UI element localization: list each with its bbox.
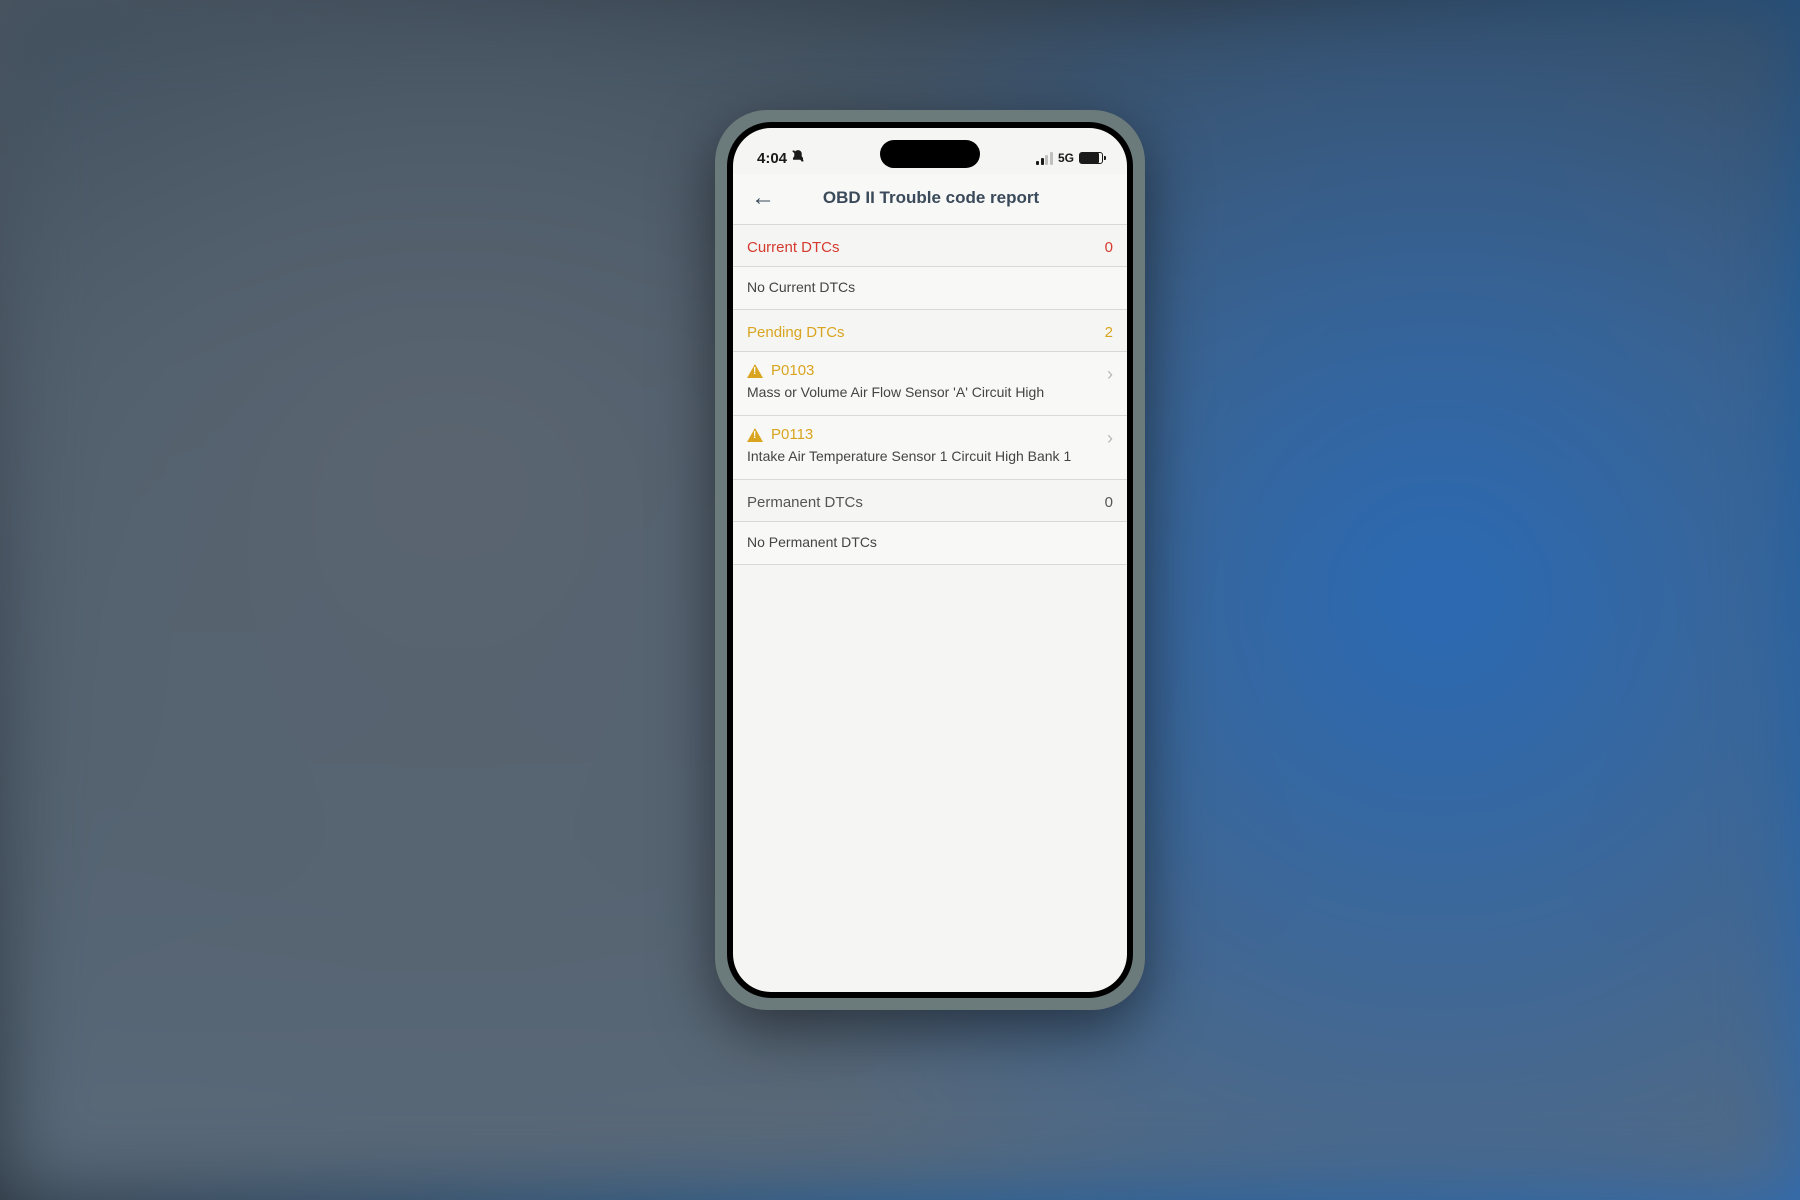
permanent-dtcs-count: 0 [1105,494,1113,511]
pending-dtcs-header: Pending DTCs 2 [733,310,1127,351]
battery-icon [1079,152,1103,164]
signal-icon [1036,152,1053,165]
dtc-description: Intake Air Temperature Sensor 1 Circuit … [747,447,1113,465]
app-header: ← OBD II Trouble code report [733,174,1127,224]
current-dtcs-count: 0 [1105,239,1113,256]
pending-dtcs-label: Pending DTCs [747,324,845,341]
current-dtcs-label: Current DTCs [747,239,840,256]
phone-device: 4:04 5G [715,110,1145,1010]
current-dtcs-header: Current DTCs 0 [733,225,1127,266]
warning-icon [747,364,763,378]
chevron-right-icon: › [1107,364,1113,385]
chevron-right-icon: › [1107,428,1113,449]
dtc-item-p0113[interactable]: P0113 Intake Air Temperature Sensor 1 Ci… [733,416,1127,480]
dnd-icon [791,149,805,167]
permanent-dtcs-label: Permanent DTCs [747,494,863,511]
dtc-item-p0103[interactable]: P0103 Mass or Volume Air Flow Sensor 'A'… [733,352,1127,416]
dtc-description: Mass or Volume Air Flow Sensor 'A' Circu… [747,383,1113,401]
dynamic-island [880,140,980,168]
dtc-code: P0103 [771,362,814,379]
pending-dtcs-count: 2 [1105,324,1113,341]
status-time: 4:04 [757,150,787,167]
page-title: OBD II Trouble code report [749,188,1113,208]
network-label: 5G [1058,151,1074,165]
permanent-dtcs-header: Permanent DTCs 0 [733,480,1127,521]
warning-icon [747,428,763,442]
dtc-code: P0113 [771,426,813,443]
permanent-dtcs-empty: No Permanent DTCs [733,522,1127,565]
current-dtcs-empty: No Current DTCs [733,267,1127,310]
